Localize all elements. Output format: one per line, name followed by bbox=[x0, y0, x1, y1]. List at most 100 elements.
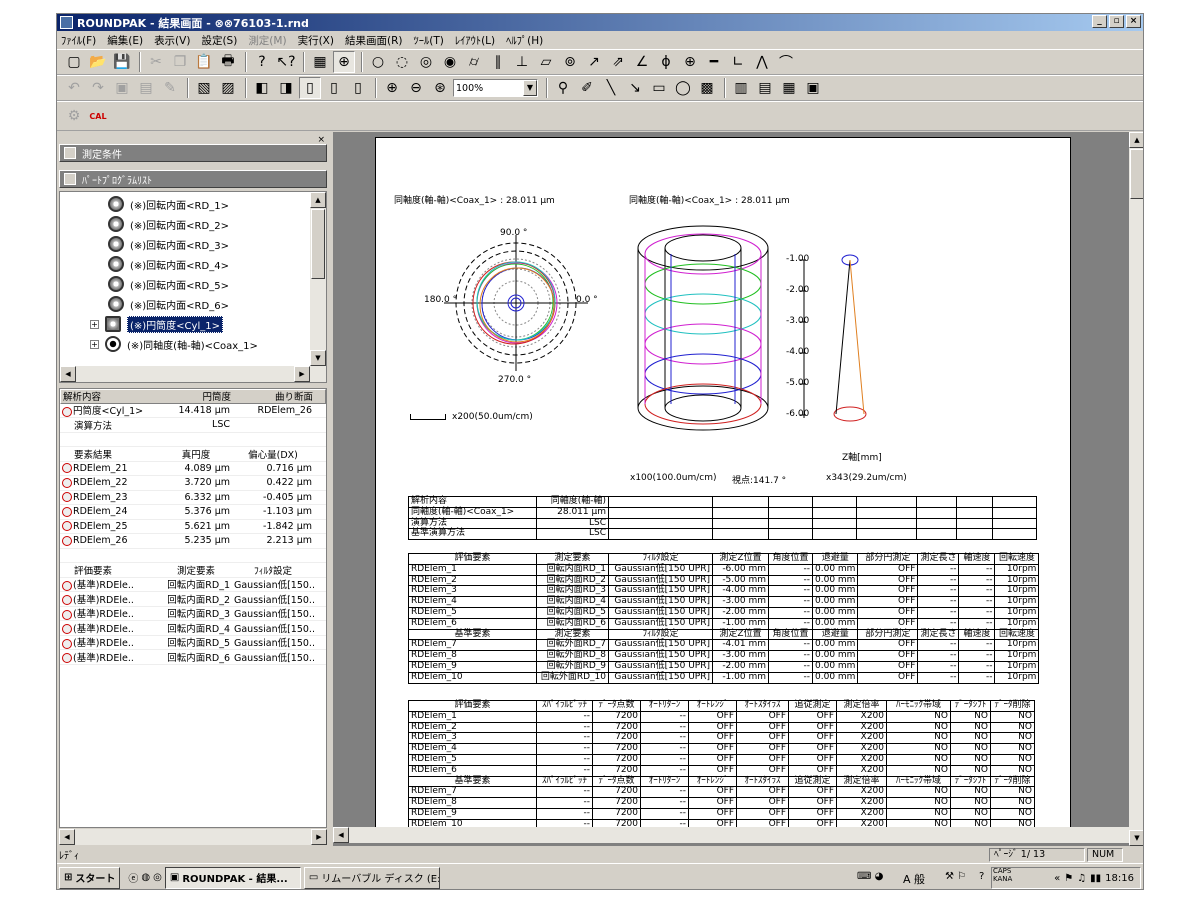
report-icon[interactable]: ▧ bbox=[193, 77, 215, 99]
menu-settings[interactable]: 設定(S) bbox=[201, 33, 237, 48]
grid-row[interactable]: 円筒度<Cyl_1> 14.418 μm RDElem_26 bbox=[60, 404, 326, 418]
minimize-button[interactable]: _ bbox=[1092, 15, 1107, 28]
print-icon[interactable]: 🖶 bbox=[217, 51, 239, 73]
restore-button[interactable]: ▫ bbox=[1109, 15, 1124, 28]
zoom-fit-icon[interactable]: ⊛ bbox=[429, 77, 451, 99]
start-button[interactable]: ⊞ スタート bbox=[59, 866, 121, 889]
prev-page-icon[interactable]: ◧ bbox=[251, 77, 273, 99]
tree-item[interactable]: (※)回転内面<RD_4> bbox=[108, 254, 229, 274]
grid-row[interactable] bbox=[60, 433, 326, 447]
angle-icon[interactable]: ∠ bbox=[631, 51, 653, 73]
help-icon[interactable]: ? bbox=[251, 51, 273, 73]
help-icon[interactable]: ? bbox=[979, 871, 984, 882]
context-help-icon[interactable]: ↖? bbox=[275, 51, 297, 73]
desktop-icon[interactable]: ◍ bbox=[141, 872, 150, 883]
measure-conditions-header[interactable]: 測定条件 bbox=[59, 144, 327, 162]
tree-item[interactable]: (※)回転内面<RD_1> bbox=[108, 194, 229, 214]
menu-help[interactable]: ﾍﾙﾌﾟ(H) bbox=[506, 33, 543, 48]
open-folder-icon[interactable]: 📂 bbox=[87, 51, 109, 73]
single-page-icon[interactable]: ▯ bbox=[299, 77, 321, 99]
zoom-out-icon[interactable]: ⊖ bbox=[405, 77, 427, 99]
tree-item[interactable]: (※)回転内面<RD_3> bbox=[108, 234, 229, 254]
ellipse-tool-icon[interactable]: ◯ bbox=[672, 77, 694, 99]
ime-tools-icon[interactable]: ⚒ ⚐ bbox=[945, 871, 966, 882]
tree-item[interactable]: (※)回転内面<RD_2> bbox=[108, 214, 229, 234]
diameter-icon[interactable]: ϕ bbox=[655, 51, 677, 73]
menu-tools[interactable]: ﾂｰﾙ(T) bbox=[413, 33, 443, 48]
cylinder-icon[interactable]: ⌭ bbox=[463, 51, 485, 73]
grid-row[interactable]: (基準)RDEle.. 回転内面RD_1 Gaussian低[150.. bbox=[60, 578, 326, 592]
menu-file[interactable]: ﾌｧｲﾙ(F) bbox=[61, 33, 96, 48]
scroll-right-icon[interactable]: ▶ bbox=[311, 829, 327, 845]
media-icon[interactable]: ◎ bbox=[153, 872, 162, 883]
zoom-in-icon[interactable]: ⊕ bbox=[381, 77, 403, 99]
task-roundpak[interactable]: ▣ ROUNDPAK - 結果... bbox=[164, 866, 301, 889]
layout-2-icon[interactable]: ▤ bbox=[754, 77, 776, 99]
document-vscrollbar[interactable]: ▲ ▼ bbox=[1129, 132, 1143, 846]
crosshair-icon[interactable]: ⊕ bbox=[333, 51, 355, 73]
position-icon[interactable]: ⊕ bbox=[679, 51, 701, 73]
expand-icon[interactable]: + bbox=[90, 339, 99, 349]
layout-3-icon[interactable]: ▦ bbox=[778, 77, 800, 99]
scroll-thumb[interactable] bbox=[311, 209, 325, 279]
scroll-left-icon[interactable]: ◀ bbox=[59, 829, 75, 845]
next-page-icon[interactable]: ◨ bbox=[275, 77, 297, 99]
grid-row[interactable]: 演算方法 LSC bbox=[60, 418, 326, 433]
line-tool-icon[interactable]: ╲ bbox=[600, 77, 622, 99]
perpendicular-icon[interactable]: ⊥ bbox=[511, 51, 533, 73]
scroll-left-icon[interactable]: ◀ bbox=[60, 366, 76, 382]
arc-icon[interactable]: ⌒ bbox=[775, 51, 797, 73]
grid-row[interactable]: RDElem_26 5.235 μm 2.213 μm bbox=[60, 534, 326, 549]
copy-view-icon[interactable]: ▣ bbox=[111, 77, 133, 99]
grid-row[interactable]: RDElem_25 5.621 μm -1.842 μm bbox=[60, 520, 326, 534]
concentric-icon[interactable]: ◎ bbox=[415, 51, 437, 73]
paste-view-icon[interactable]: ▤ bbox=[135, 77, 157, 99]
text-tool-icon[interactable]: ✐ bbox=[576, 77, 598, 99]
coaxial-icon[interactable]: ⊚ bbox=[559, 51, 581, 73]
total-runout-icon[interactable]: ⇗ bbox=[607, 51, 629, 73]
runout-icon[interactable]: ↗ bbox=[583, 51, 605, 73]
network-icon[interactable]: ⚑ bbox=[1064, 873, 1073, 884]
grid-row[interactable]: (基準)RDEle.. 回転内面RD_2 Gaussian低[150.. bbox=[60, 592, 326, 607]
chevron-down-icon[interactable]: ▼ bbox=[523, 80, 537, 96]
tray-icons[interactable]: ⌨ ◕ bbox=[857, 871, 883, 882]
page-icon[interactable]: ▨ bbox=[217, 77, 239, 99]
arrow-tool-icon[interactable]: ↘ bbox=[624, 77, 646, 99]
scroll-up-icon[interactable]: ▲ bbox=[310, 192, 326, 208]
grid-hscrollbar[interactable]: ◀ ▶ bbox=[59, 829, 327, 845]
image-tool-icon[interactable]: ▩ bbox=[696, 77, 718, 99]
grid-row[interactable]: 要素結果 真円度 偏心量(DX) bbox=[60, 447, 326, 462]
paste-icon[interactable]: 📋 bbox=[193, 51, 215, 73]
browser-icon[interactable]: ⓔ bbox=[128, 870, 138, 885]
task-removable-disk[interactable]: ▭ リムーバブル ディスク (E:) bbox=[303, 866, 440, 889]
tree-scrollbar[interactable]: ▲ ▼ bbox=[310, 192, 326, 382]
calculator-icon[interactable]: ▦ bbox=[309, 51, 331, 73]
edit-icon[interactable]: ✎ bbox=[159, 77, 181, 99]
tree-item[interactable]: (※)回転内面<RD_6> bbox=[108, 294, 229, 314]
save-icon[interactable]: 💾 bbox=[111, 51, 133, 73]
redo-icon[interactable]: ↷ bbox=[87, 77, 109, 99]
angle-line-icon[interactable]: ∟ bbox=[727, 51, 749, 73]
grid-row[interactable]: RDElem_23 6.332 μm -0.405 μm bbox=[60, 491, 326, 505]
menu-result[interactable]: 結果画面(R) bbox=[345, 33, 403, 48]
scroll-thumb[interactable] bbox=[1130, 149, 1143, 199]
tree-item-coaxiality[interactable]: + (※)同軸度(軸-軸)<Coax_1> bbox=[90, 334, 258, 354]
scroll-down-icon[interactable]: ▼ bbox=[1129, 830, 1143, 846]
probe-icon[interactable]: ⚙ bbox=[63, 105, 85, 127]
grid-row[interactable]: (基準)RDEle.. 回転内面RD_6 Gaussian低[150.. bbox=[60, 650, 326, 665]
undo-icon[interactable]: ↶ bbox=[63, 77, 85, 99]
rect-tool-icon[interactable]: ▭ bbox=[648, 77, 670, 99]
document-hscrollbar[interactable]: ◀ bbox=[333, 827, 1129, 843]
tray-arrow-icon[interactable]: « bbox=[1054, 873, 1060, 884]
ime-indicator[interactable]: A 般 bbox=[903, 871, 925, 887]
grid-row[interactable] bbox=[60, 549, 326, 563]
signal-icon[interactable]: ▮▮ bbox=[1090, 873, 1101, 884]
tree-item[interactable]: (※)回転内面<RD_5> bbox=[108, 274, 229, 294]
layout-4-icon[interactable]: ▣ bbox=[802, 77, 824, 99]
multi-page-icon[interactable]: ▯ bbox=[347, 77, 369, 99]
cut-icon[interactable]: ✂ bbox=[145, 51, 167, 73]
new-file-icon[interactable]: ▢ bbox=[63, 51, 85, 73]
scroll-up-icon[interactable]: ▲ bbox=[1129, 132, 1143, 148]
scroll-down-icon[interactable]: ▼ bbox=[310, 350, 326, 366]
circle-icon[interactable]: ○ bbox=[367, 51, 389, 73]
